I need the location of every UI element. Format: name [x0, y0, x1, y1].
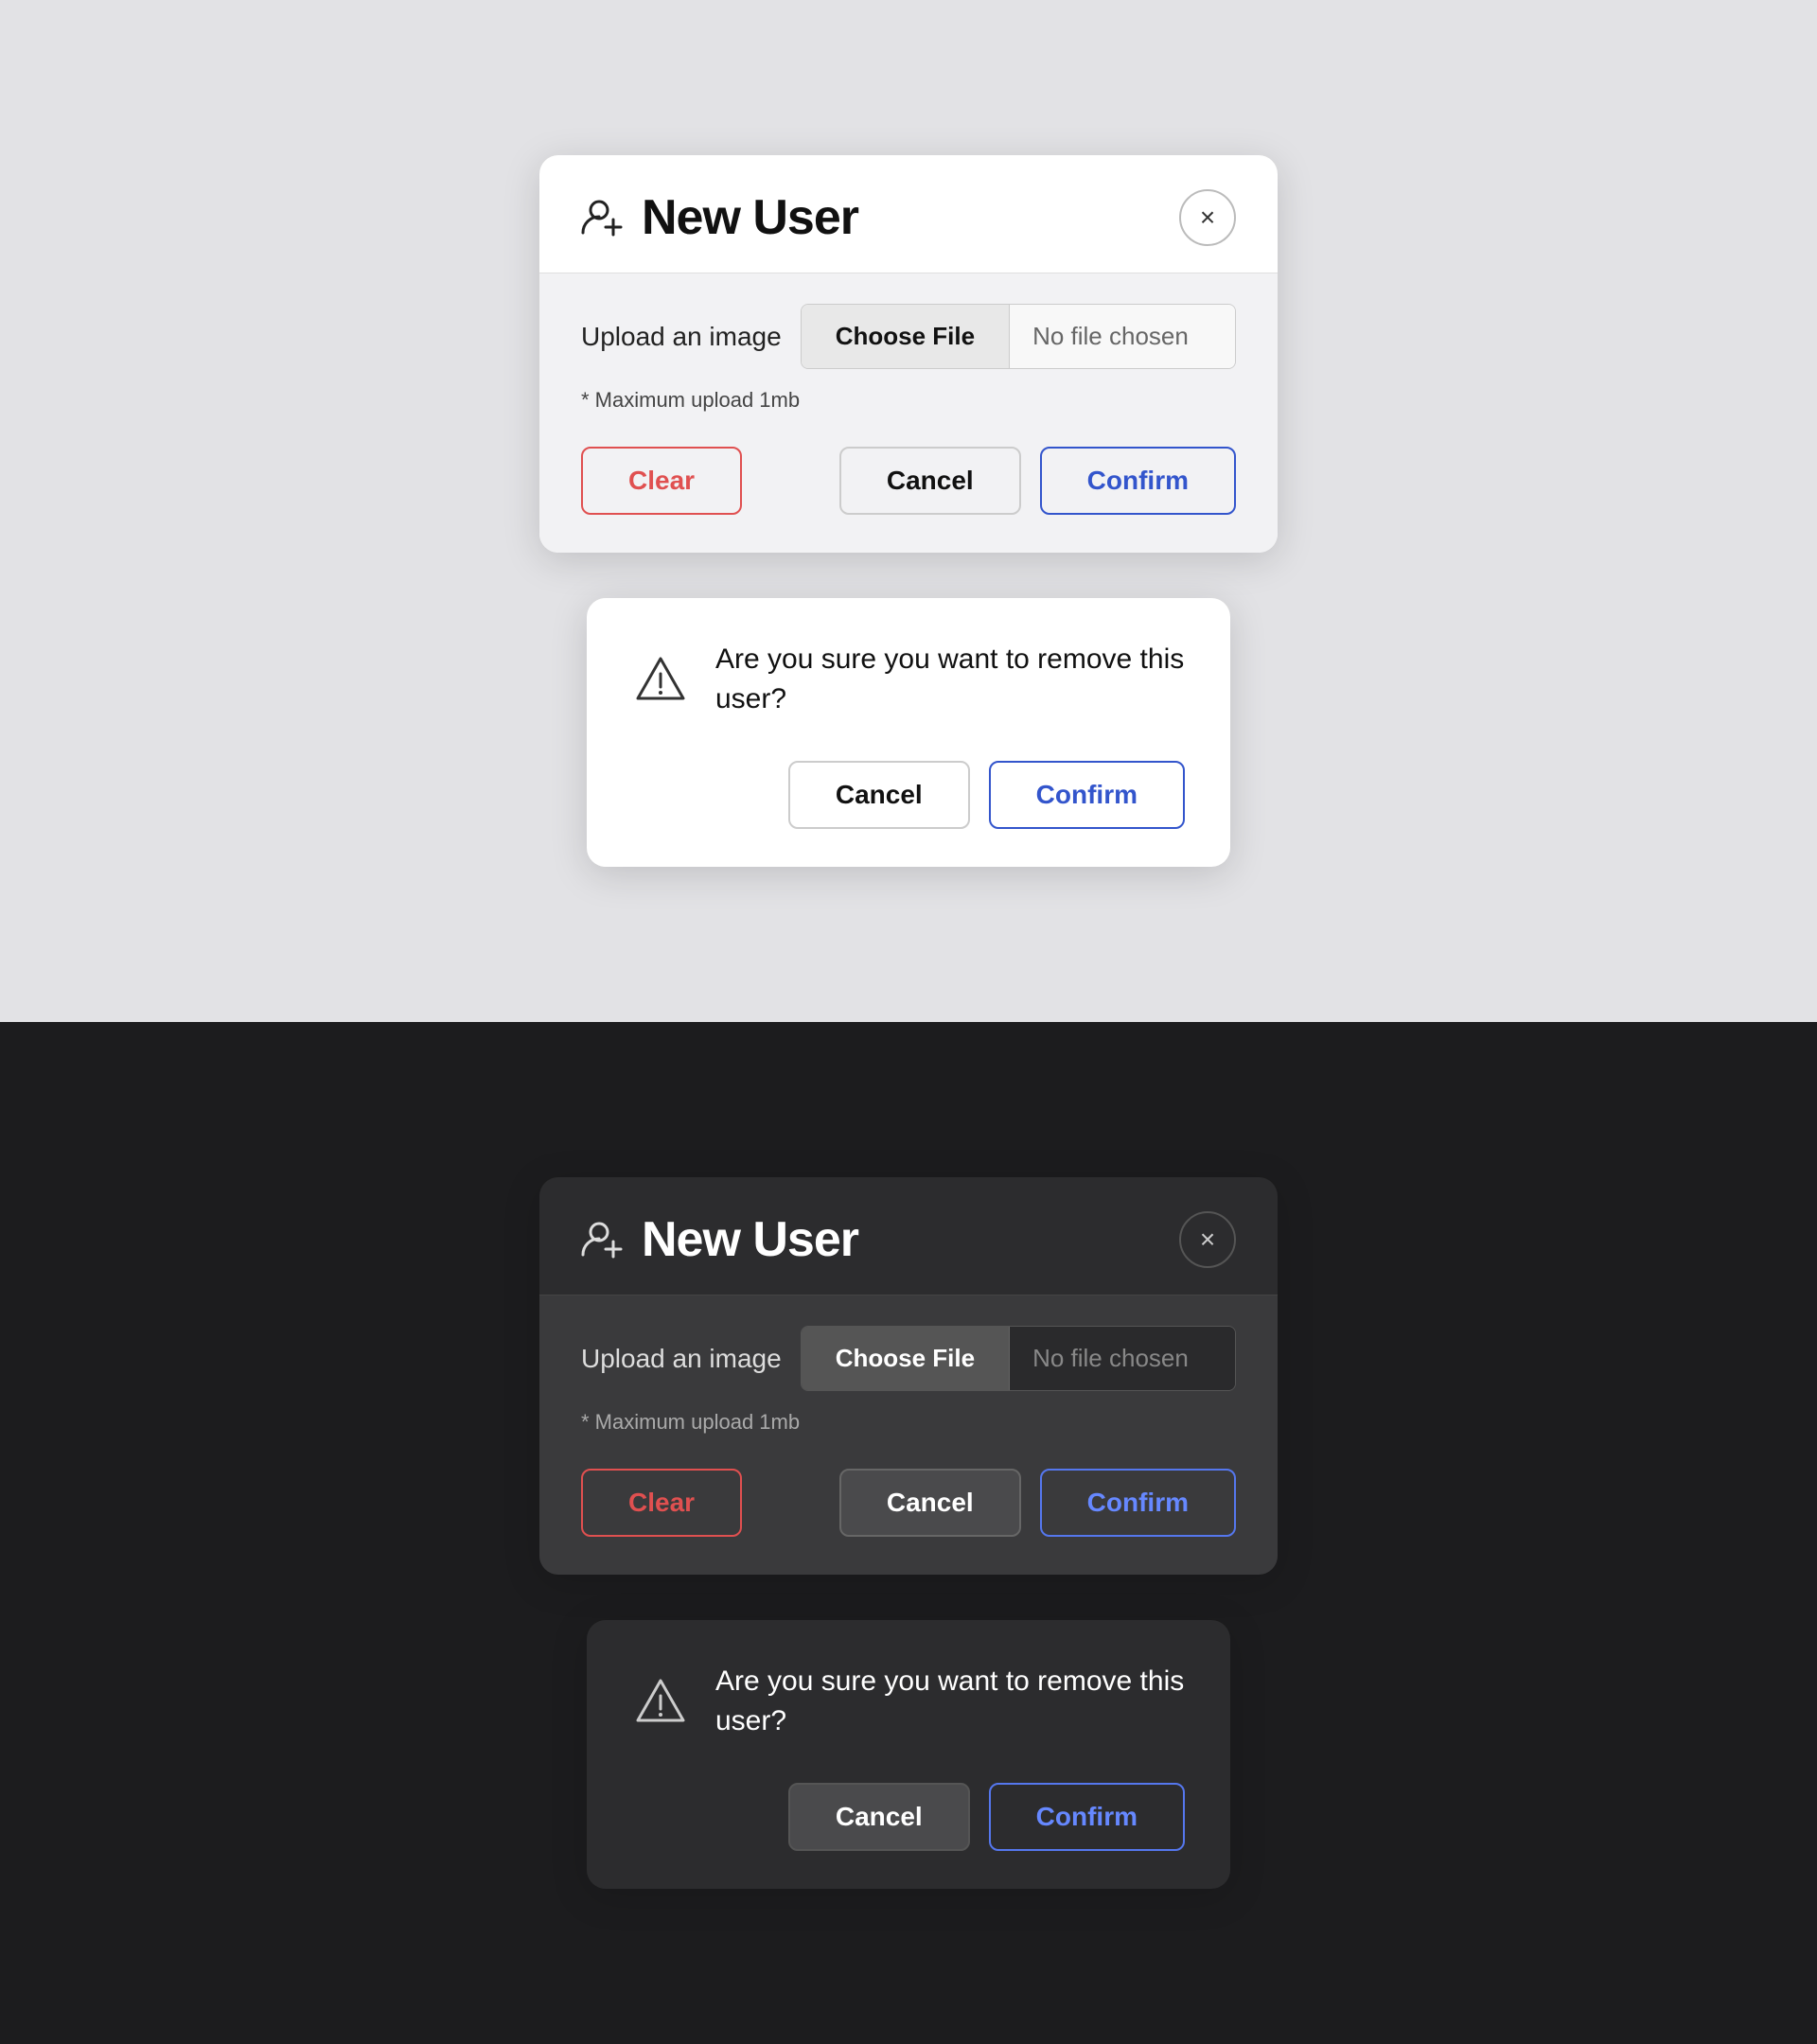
- choose-file-button-dark[interactable]: Choose File: [802, 1327, 1010, 1390]
- confirm-dialog-footer-dark: Cancel Confirm: [632, 1783, 1185, 1851]
- light-theme-section: New User × Upload an image Choose File N…: [0, 0, 1817, 1022]
- confirm-dialog-light: Are you sure you want to remove this use…: [587, 598, 1230, 867]
- dialog-confirm-button-dark[interactable]: Confirm: [989, 1783, 1185, 1851]
- new-user-modal-dark: New User × Upload an image Choose File N…: [539, 1177, 1278, 1575]
- clear-button-dark[interactable]: Clear: [581, 1469, 742, 1537]
- modal-header-left-dark: New User: [581, 1211, 858, 1268]
- cancel-button-light[interactable]: Cancel: [839, 447, 1021, 515]
- user-plus-icon: [581, 195, 626, 240]
- confirm-dialog-footer-light: Cancel Confirm: [632, 761, 1185, 829]
- confirm-button-light[interactable]: Confirm: [1040, 447, 1236, 515]
- file-name-dark: No file chosen: [1010, 1327, 1235, 1390]
- close-button-dark[interactable]: ×: [1179, 1211, 1236, 1268]
- clear-button-light[interactable]: Clear: [581, 447, 742, 515]
- choose-file-button-light[interactable]: Choose File: [802, 305, 1010, 368]
- new-user-modal-light: New User × Upload an image Choose File N…: [539, 155, 1278, 553]
- cancel-button-dark[interactable]: Cancel: [839, 1469, 1021, 1537]
- confirm-dialog-message-light: Are you sure you want to remove this use…: [715, 640, 1185, 719]
- confirm-dialog-message-dark: Are you sure you want to remove this use…: [715, 1662, 1185, 1741]
- modal-header-light: New User ×: [539, 155, 1278, 273]
- dark-theme-section: New User × Upload an image Choose File N…: [0, 1022, 1817, 2044]
- upload-label-light: Upload an image: [581, 322, 782, 352]
- modal-footer-light: Clear Cancel Confirm: [581, 447, 1236, 515]
- max-upload-note-dark: * Maximum upload 1mb: [581, 1410, 1236, 1435]
- file-upload-row-light: Upload an image Choose File No file chos…: [581, 304, 1236, 369]
- file-name-light: No file chosen: [1010, 305, 1235, 368]
- modal-header-left: New User: [581, 189, 858, 246]
- confirm-dialog-top-light: Are you sure you want to remove this use…: [632, 640, 1185, 719]
- modal-body-light: Upload an image Choose File No file chos…: [539, 273, 1278, 553]
- confirm-dialog-dark: Are you sure you want to remove this use…: [587, 1620, 1230, 1889]
- modal-header-dark: New User ×: [539, 1177, 1278, 1295]
- file-upload-row-dark: Upload an image Choose File No file chos…: [581, 1326, 1236, 1391]
- confirm-dialog-top-dark: Are you sure you want to remove this use…: [632, 1662, 1185, 1741]
- max-upload-note-light: * Maximum upload 1mb: [581, 388, 1236, 413]
- warning-icon-light: [632, 651, 689, 708]
- user-plus-icon-dark: [581, 1217, 626, 1262]
- confirm-button-dark[interactable]: Confirm: [1040, 1469, 1236, 1537]
- dialog-confirm-button-light[interactable]: Confirm: [989, 761, 1185, 829]
- warning-icon-dark: [632, 1673, 689, 1730]
- upload-label-dark: Upload an image: [581, 1344, 782, 1374]
- modal-body-dark: Upload an image Choose File No file chos…: [539, 1295, 1278, 1575]
- close-button-light[interactable]: ×: [1179, 189, 1236, 246]
- file-input-wrapper-light: Choose File No file chosen: [801, 304, 1236, 369]
- modal-title-light: New User: [642, 189, 858, 246]
- modal-footer-dark: Clear Cancel Confirm: [581, 1469, 1236, 1537]
- file-input-wrapper-dark: Choose File No file chosen: [801, 1326, 1236, 1391]
- dialog-cancel-button-light[interactable]: Cancel: [788, 761, 970, 829]
- modal-title-dark: New User: [642, 1211, 858, 1268]
- dialog-cancel-button-dark[interactable]: Cancel: [788, 1783, 970, 1851]
